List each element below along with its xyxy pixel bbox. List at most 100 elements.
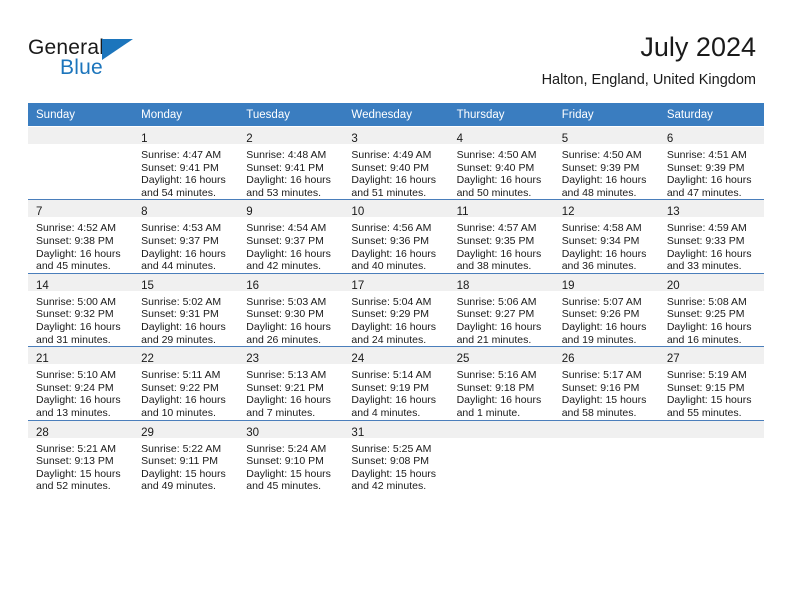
day-detail-line: Sunset: 9:40 PM bbox=[456, 161, 535, 174]
day-detail-line: Sunrise: 5:17 AM bbox=[561, 369, 642, 382]
day-details: Sunrise: 4:47 AM Sunset: 9:41 PM Daylight:… bbox=[133, 144, 238, 199]
day-detail-line: Daylight: 16 hours bbox=[246, 247, 331, 260]
calendar-day-cell[interactable]: 15 Sunrise: 5:02 AM Sunset: 9:31 PM Dayligh… bbox=[133, 272, 239, 347]
day-detail-line: Daylight: 16 hours bbox=[36, 394, 121, 407]
day-detail-line: and 52 minutes. bbox=[36, 480, 111, 493]
calendar-day-cell[interactable]: 22 Sunrise: 5:11 AM Sunset: 9:22 PM Dayligh… bbox=[133, 346, 239, 420]
day-detail-line: Sunset: 9:41 PM bbox=[141, 161, 219, 174]
day-number: 28 bbox=[36, 426, 49, 439]
day-detail-line: Daylight: 16 hours bbox=[456, 174, 542, 187]
calendar-day-cell[interactable]: 31 Sunrise: 5:25 AM Sunset: 9:08 PM Dayligh… bbox=[343, 419, 449, 493]
calendar-day-cell[interactable]: 14 Sunrise: 5:00 AM Sunset: 9:32 PM Dayligh… bbox=[28, 272, 134, 347]
calendar-day-cell[interactable]: 6 Sunrise: 4:51 AM Sunset: 9:39 PM Daylight… bbox=[658, 125, 764, 200]
calendar-day-cell[interactable]: 16 Sunrise: 5:03 AM Sunset: 9:30 PM Dayligh… bbox=[238, 272, 344, 347]
day-detail-line: Sunset: 9:33 PM bbox=[666, 234, 745, 247]
day-number: 8 bbox=[141, 206, 148, 219]
calendar-day-cell[interactable]: 5 Sunrise: 4:50 AM Sunset: 9:39 PM Daylight… bbox=[553, 125, 659, 200]
day-details: Sunrise: 5:13 AM Sunset: 9:21 PM Daylight:… bbox=[238, 364, 343, 419]
day-detail-line: Sunrise: 5:00 AM bbox=[36, 295, 116, 308]
calendar-day-cell[interactable]: 29 Sunrise: 5:22 AM Sunset: 9:11 PM Dayligh… bbox=[133, 419, 239, 493]
day-details: Sunrise: 5:21 AM Sunset: 9:13 PM Daylight:… bbox=[28, 438, 133, 493]
day-detail-line: and 55 minutes. bbox=[666, 406, 742, 419]
day-number-bar bbox=[448, 420, 554, 438]
day-detail-line: Sunrise: 5:14 AM bbox=[351, 369, 432, 382]
day-details: Sunrise: 5:06 AM Sunset: 9:27 PM Daylight:… bbox=[449, 291, 554, 346]
calendar-day-cell[interactable]: 23 Sunrise: 5:13 AM Sunset: 9:21 PM Dayligh… bbox=[238, 346, 344, 420]
day-detail-line: Sunrise: 5:03 AM bbox=[246, 295, 327, 308]
day-detail-line: Daylight: 15 hours bbox=[246, 467, 331, 480]
day-number-bar: 27 bbox=[658, 347, 764, 366]
day-detail-line: Sunrise: 4:57 AM bbox=[456, 222, 537, 235]
day-detail-line: Daylight: 16 hours bbox=[246, 174, 331, 187]
day-detail-line: Daylight: 16 hours bbox=[456, 394, 542, 407]
calendar-day-cell[interactable]: 11 Sunrise: 4:57 AM Sunset: 9:35 PM Dayligh… bbox=[448, 199, 554, 274]
day-detail-line: and 13 minutes. bbox=[36, 406, 111, 419]
day-number: 4 bbox=[456, 133, 463, 145]
calendar-day-cell[interactable]: 24 Sunrise: 5:14 AM Sunset: 9:19 PM Dayligh… bbox=[343, 346, 449, 420]
calendar-day-cell[interactable]: 10 Sunrise: 4:56 AM Sunset: 9:36 PM Dayligh… bbox=[343, 199, 449, 274]
calendar-day-cell[interactable]: 19 Sunrise: 5:07 AM Sunset: 9:26 PM Dayligh… bbox=[553, 272, 659, 347]
calendar-day-cell[interactable]: 2 Sunrise: 4:48 AM Sunset: 9:41 PM Daylight… bbox=[238, 125, 344, 200]
day-detail-line: and 42 minutes. bbox=[351, 480, 427, 493]
day-detail-line: Sunset: 9:32 PM bbox=[36, 308, 114, 321]
day-detail-line: Daylight: 16 hours bbox=[141, 247, 226, 260]
day-detail-line: and 21 minutes. bbox=[456, 333, 532, 346]
day-detail-line: Daylight: 15 hours bbox=[666, 394, 752, 407]
calendar-day-cell[interactable]: 18 Sunrise: 5:06 AM Sunset: 9:27 PM Dayligh… bbox=[448, 272, 554, 347]
day-detail-line: Daylight: 16 hours bbox=[456, 320, 542, 333]
day-detail-line: Daylight: 16 hours bbox=[456, 247, 542, 260]
day-detail-line: and 29 minutes. bbox=[141, 333, 216, 346]
day-detail-line: Sunrise: 5:24 AM bbox=[246, 442, 327, 455]
day-details: Sunrise: 5:08 AM Sunset: 9:25 PM Daylight:… bbox=[659, 291, 764, 346]
day-number-bar: 26 bbox=[553, 347, 659, 365]
calendar-day-cell[interactable]: 25 Sunrise: 5:16 AM Sunset: 9:18 PM Dayligh… bbox=[448, 346, 554, 420]
calendar-week-row: 21 Sunrise: 5:10 AM Sunset: 9:24 PM Dayligh… bbox=[28, 346, 764, 420]
calendar-day-cell[interactable]: 9 Sunrise: 4:54 AM Sunset: 9:37 PM Daylight… bbox=[238, 199, 344, 274]
calendar-day-cell[interactable]: 7 Sunrise: 4:52 AM Sunset: 9:38 PM Daylight… bbox=[28, 199, 134, 274]
page-header: General Blue July 2024 Halton, England, … bbox=[28, 30, 756, 98]
weekday-header-saturday: Saturday bbox=[658, 103, 764, 127]
calendar-day-cell[interactable]: 17 Sunrise: 5:04 AM Sunset: 9:29 PM Dayligh… bbox=[343, 272, 449, 347]
day-number: 3 bbox=[351, 133, 358, 145]
calendar-grid: Sunday Monday Tuesday Wednesday Thursday Frid… bbox=[28, 103, 764, 493]
calendar-day-cell[interactable]: 13 Sunrise: 4:59 AM Sunset: 9:33 PM Dayligh… bbox=[658, 199, 764, 274]
calendar-week-row: 28 Sunrise: 5:21 AM Sunset: 9:13 PM Dayligh… bbox=[28, 419, 764, 493]
day-number-bar: 3 bbox=[343, 127, 449, 145]
day-number: 11 bbox=[456, 206, 469, 219]
calendar-day-cell[interactable]: 8 Sunrise: 4:53 AM Sunset: 9:37 PM Daylight… bbox=[133, 199, 239, 274]
day-detail-line: Sunset: 9:13 PM bbox=[36, 455, 114, 468]
day-number: 27 bbox=[666, 353, 680, 366]
calendar-day-cell[interactable]: 30 Sunrise: 5:24 AM Sunset: 9:10 PM Dayligh… bbox=[238, 419, 344, 493]
day-detail-line: Sunset: 9:26 PM bbox=[561, 308, 640, 321]
day-number: 6 bbox=[666, 133, 674, 145]
day-detail-line: and 42 minutes. bbox=[246, 260, 321, 273]
calendar-day-cell[interactable]: 3 Sunrise: 4:49 AM Sunset: 9:40 PM Daylight… bbox=[343, 125, 449, 200]
calendar-day-cell[interactable]: 26 Sunrise: 5:17 AM Sunset: 9:16 PM Dayligh… bbox=[553, 346, 659, 420]
day-detail-line: Sunset: 9:27 PM bbox=[456, 308, 535, 321]
day-details bbox=[449, 438, 554, 443]
calendar-day-cell[interactable]: 28 Sunrise: 5:21 AM Sunset: 9:13 PM Dayligh… bbox=[28, 419, 134, 493]
calendar-day-cell[interactable]: 20 Sunrise: 5:08 AM Sunset: 9:25 PM Dayligh… bbox=[658, 272, 764, 347]
day-detail-line: and 38 minutes. bbox=[456, 260, 532, 273]
day-detail-line: Sunrise: 5:10 AM bbox=[36, 369, 116, 382]
day-detail-line: Sunset: 9:35 PM bbox=[456, 234, 535, 247]
day-detail-line: Daylight: 16 hours bbox=[561, 320, 647, 333]
calendar-day-cell[interactable]: 27 Sunrise: 5:19 AM Sunset: 9:15 PM Dayligh… bbox=[658, 346, 764, 420]
day-detail-line: and 24 minutes. bbox=[351, 333, 427, 346]
day-details: Sunrise: 5:11 AM Sunset: 9:22 PM Daylight:… bbox=[133, 364, 238, 419]
brand-logo[interactable]: General Blue bbox=[28, 36, 208, 88]
calendar-day-cell[interactable]: 21 Sunrise: 5:10 AM Sunset: 9:24 PM Dayligh… bbox=[28, 346, 134, 420]
day-number: 18 bbox=[456, 279, 470, 292]
calendar-day-cell[interactable]: 1 Sunrise: 4:47 AM Sunset: 9:41 PM Daylight… bbox=[133, 125, 239, 200]
day-detail-line: Sunrise: 5:13 AM bbox=[246, 369, 327, 382]
day-details: Sunrise: 5:04 AM Sunset: 9:29 PM Daylight:… bbox=[343, 291, 448, 346]
calendar-day-cell[interactable]: 4 Sunrise: 4:50 AM Sunset: 9:40 PM Daylight… bbox=[448, 125, 554, 200]
day-detail-line: Daylight: 16 hours bbox=[561, 247, 647, 260]
day-details: Sunrise: 4:52 AM Sunset: 9:38 PM Daylight:… bbox=[28, 217, 133, 272]
day-number-bar: 13 bbox=[658, 200, 764, 218]
calendar-week-row: 7 Sunrise: 4:52 AM Sunset: 9:38 PM Daylight… bbox=[28, 199, 764, 274]
day-detail-line: Sunrise: 5:07 AM bbox=[561, 295, 642, 308]
day-detail-line: Sunset: 9:34 PM bbox=[561, 234, 640, 247]
calendar-day-cell[interactable]: 12 Sunrise: 4:58 AM Sunset: 9:34 PM Dayligh… bbox=[553, 199, 659, 274]
day-details: Sunrise: 4:49 AM Sunset: 9:40 PM Daylight:… bbox=[343, 144, 448, 199]
